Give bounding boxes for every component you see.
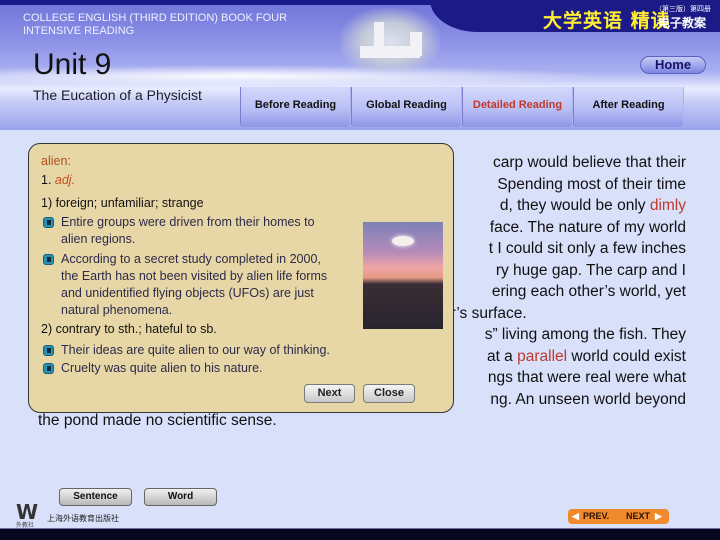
ufo-sunset-image — [363, 222, 443, 329]
book-title-line1: COLLEGE ENGLISH (THIRD EDITION) BOOK FOU… — [23, 12, 288, 24]
passage-line: the pond made no scientific sense. — [38, 412, 277, 429]
bottom-bar — [0, 528, 720, 540]
popup-close-button[interactable]: Close — [363, 384, 415, 403]
tab-detailed-reading[interactable]: Detailed Reading — [462, 87, 573, 127]
ufo-shape — [392, 236, 414, 246]
vocabulary-popup: alien: 1. adj. 1) foreign; unfamiliar; s… — [28, 143, 454, 413]
castle-photo — [340, 8, 440, 70]
popup-headword: alien: — [41, 154, 71, 168]
publisher-name: 上海外语教育出版社 — [47, 514, 119, 523]
word-button[interactable]: Word — [144, 488, 217, 506]
header-banner: COLLEGE ENGLISH (THIRD EDITION) BOOK FOU… — [0, 0, 720, 130]
definition-2: 2) contrary to sth.; hateful to sb. — [41, 322, 217, 336]
lesson-title: The Eucation of a Physicist — [33, 87, 202, 103]
example-item[interactable]: According to a secret study completed in… — [43, 251, 333, 319]
unit-title: Unit 9 — [33, 48, 112, 81]
popup-sense: 1. adj. — [41, 173, 75, 187]
next-button[interactable]: NEXT — [626, 511, 650, 521]
prev-button[interactable]: PREV. — [583, 511, 609, 521]
passage-text: world could exist — [567, 347, 686, 365]
sense-number: 1. — [41, 173, 55, 187]
book-title-line2: INTENSIVE READING — [23, 25, 135, 37]
chinese-subtitle: 电子教案 — [658, 16, 707, 30]
home-button[interactable]: Home — [640, 56, 706, 74]
example-item[interactable]: Their ideas are quite alien to our way o… — [43, 342, 373, 359]
example-text: Cruelty was quite alien to his nature. — [61, 361, 263, 375]
definition-1: 1) foreign; unfamiliar; strange — [41, 196, 204, 210]
example-item[interactable]: Entire groups were driven from their hom… — [43, 214, 333, 248]
tab-global-reading[interactable]: Global Reading — [351, 87, 462, 127]
audio-play-icon[interactable] — [43, 363, 54, 374]
audio-play-icon[interactable] — [43, 254, 54, 265]
vocab-link-parallel[interactable]: parallel — [517, 348, 567, 365]
audio-play-icon[interactable] — [43, 345, 54, 356]
audio-play-icon[interactable] — [43, 217, 54, 228]
example-text: Entire groups were driven from their hom… — [61, 215, 315, 246]
chinese-edition: （第三版）第四册 — [655, 5, 711, 13]
part-of-speech: adj. — [54, 173, 76, 187]
book-title: COLLEGE ENGLISH (THIRD EDITION) BOOK FOU… — [23, 12, 287, 38]
page-nav: ◀ PREV. NEXT ▶ — [568, 509, 669, 524]
passage-text: at a — [486, 347, 518, 365]
section-tabs: Before Reading Global Reading Detailed R… — [240, 87, 684, 127]
example-text: According to a secret study completed in… — [61, 252, 328, 317]
popup-next-button[interactable]: Next — [304, 384, 355, 403]
publisher-logo: W 外教社 — [16, 500, 40, 529]
example-item[interactable]: Cruelty was quite alien to his nature. — [43, 360, 373, 377]
tab-after-reading[interactable]: After Reading — [573, 87, 684, 127]
prev-arrow-icon[interactable]: ◀ — [572, 511, 579, 522]
logo-letter: W — [16, 500, 39, 524]
example-text: Their ideas are quite alien to our way o… — [61, 343, 330, 357]
vocab-link-dimly[interactable]: dimly — [650, 197, 686, 214]
sentence-button[interactable]: Sentence — [59, 488, 132, 506]
tab-before-reading[interactable]: Before Reading — [240, 87, 351, 127]
passage-text: d, they would be only — [499, 197, 650, 214]
next-arrow-icon[interactable]: ▶ — [655, 511, 662, 522]
chinese-title: 大学英语 精读 — [543, 10, 671, 32]
